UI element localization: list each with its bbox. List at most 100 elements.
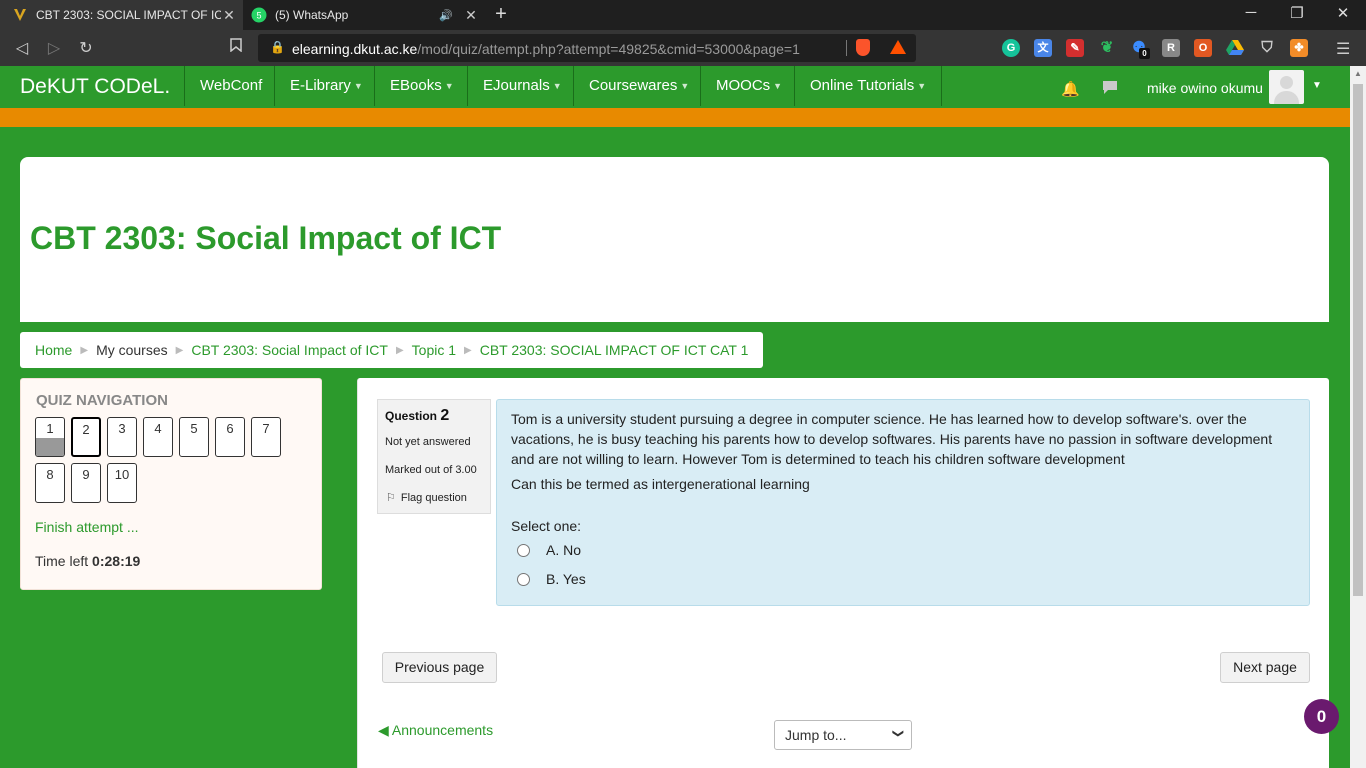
- nav-online-tutorials[interactable]: Online Tutorials ▼: [794, 66, 943, 106]
- nav-coursewares[interactable]: Coursewares ▼: [573, 66, 704, 106]
- avatar[interactable]: [1269, 70, 1304, 104]
- question-state: Not yet answered: [385, 436, 471, 448]
- address-bar[interactable]: 🔒 elearning.dkut.ac.ke/mod/quiz/attempt.…: [258, 34, 916, 62]
- new-tab-button[interactable]: +: [490, 3, 512, 26]
- bookmark-icon[interactable]: [226, 38, 246, 57]
- caret-down-icon: ▼: [552, 81, 562, 92]
- tab-title: (5) WhatsApp: [275, 8, 349, 22]
- nav-ebooks[interactable]: EBooks ▼: [374, 66, 469, 106]
- browser-tab-bar: CBT 2303: SOCIAL IMPACT OF ICT C ✕ 5 (5)…: [0, 0, 1366, 30]
- tab-quiz[interactable]: CBT 2303: SOCIAL IMPACT OF ICT C ✕: [0, 0, 243, 30]
- evernote-icon[interactable]: ❦: [1098, 39, 1116, 57]
- radio-button[interactable]: [517, 572, 530, 586]
- time-left-value: 0:28:19: [92, 553, 141, 569]
- restore-icon[interactable]: ❐: [1274, 4, 1320, 22]
- notifications-bell-icon[interactable]: 🔔: [1061, 80, 1080, 98]
- nav-moocs[interactable]: MOOCs ▼: [700, 66, 797, 106]
- close-tab-icon[interactable]: ✕: [221, 7, 237, 24]
- answered-indicator: [36, 438, 64, 456]
- accent-stripe: [0, 108, 1350, 127]
- nav-elibrary[interactable]: E-Library ▼: [274, 66, 378, 106]
- breadcrumb-course[interactable]: CBT 2303: Social Impact of ICT: [191, 342, 388, 358]
- messages-icon[interactable]: [1102, 80, 1118, 99]
- caret-down-icon: ▼: [353, 81, 363, 92]
- dkut-favicon-icon: [12, 7, 28, 23]
- quiz-navigation-block: QUIZ NAVIGATION 1 2 3 4 5 6 7 8 9 10 Fin…: [20, 378, 322, 590]
- chat-badge[interactable]: 0: [1304, 699, 1339, 734]
- office-icon[interactable]: O: [1194, 39, 1212, 57]
- answer-option-b[interactable]: B. Yes: [517, 571, 586, 587]
- question-info: Question 2 Not yet answered Marked out o…: [377, 399, 491, 514]
- browser-menu-icon[interactable]: ☰: [1336, 39, 1350, 59]
- quiz-nav-question-current[interactable]: 2: [71, 417, 101, 457]
- speaker-icon[interactable]: 🔊: [439, 9, 453, 22]
- announcements-link[interactable]: ◀ Announcements: [378, 722, 493, 739]
- quiz-nav-question[interactable]: 7: [251, 417, 281, 457]
- breadcrumb-quiz[interactable]: CBT 2303: SOCIAL IMPACT OF ICT CAT 1: [480, 342, 749, 358]
- tab-whatsapp[interactable]: 5 (5) WhatsApp 🔊 ✕: [243, 0, 485, 30]
- finish-attempt-link[interactable]: Finish attempt ...: [35, 519, 138, 535]
- next-page-button[interactable]: Next page: [1220, 652, 1310, 683]
- reload-icon[interactable]: ↻: [76, 38, 96, 58]
- flag-question-button[interactable]: ⚐ Flag question: [386, 491, 467, 504]
- breadcrumb-my-courses: My courses: [96, 342, 168, 358]
- extension-icon[interactable]: R: [1162, 39, 1180, 57]
- site-brand[interactable]: DeKUT CODeL.: [20, 75, 170, 99]
- shield-icon[interactable]: ⛉: [1258, 39, 1276, 57]
- breadcrumb-home[interactable]: Home: [35, 342, 72, 358]
- option-label: B. Yes: [546, 571, 586, 587]
- close-window-icon[interactable]: ✕: [1320, 4, 1366, 22]
- caret-down-icon: ▼: [444, 81, 454, 92]
- answer-option-a[interactable]: A. No: [517, 542, 581, 558]
- lock-icon: 🔒: [270, 40, 285, 54]
- forward-icon[interactable]: ▷: [44, 38, 64, 58]
- back-icon[interactable]: ◁: [12, 38, 32, 58]
- brave-shields-icon[interactable]: [856, 39, 870, 56]
- question-number: Question 2: [385, 407, 450, 424]
- breadcrumb-separator-icon: ▶: [464, 344, 472, 356]
- question-text: Tom is a university student pursuing a d…: [511, 411, 1273, 467]
- option-label: A. No: [546, 542, 582, 558]
- pdf-extension-icon[interactable]: ✎: [1066, 39, 1084, 57]
- breadcrumb-topic[interactable]: Topic 1: [412, 342, 456, 358]
- translate-icon[interactable]: 文: [1034, 39, 1052, 57]
- page-scrollbar[interactable]: ▲: [1350, 66, 1366, 768]
- jump-to-select[interactable]: Jump to... ❯: [774, 720, 912, 750]
- quiz-nav-question[interactable]: 1: [35, 417, 65, 457]
- quiz-nav-question[interactable]: 9: [71, 463, 101, 503]
- url-text: elearning.dkut.ac.ke/mod/quiz/attempt.ph…: [292, 41, 800, 57]
- select-one-label: Select one:: [511, 518, 582, 534]
- quiz-nav-question[interactable]: 8: [35, 463, 65, 503]
- grammarly-icon[interactable]: G: [1002, 39, 1020, 57]
- nav-ejournals[interactable]: EJournals ▼: [467, 66, 577, 106]
- minimize-icon[interactable]: ─: [1228, 4, 1274, 21]
- quiz-nav-question[interactable]: 3: [107, 417, 137, 457]
- caret-down-icon: ▼: [773, 81, 783, 92]
- brave-rewards-icon[interactable]: [890, 40, 906, 54]
- extension-icon[interactable]: ⚉0: [1130, 39, 1150, 59]
- breadcrumb: Home ▶ My courses ▶ CBT 2303: Social Imp…: [20, 332, 764, 368]
- scrollbar-thumb[interactable]: [1353, 84, 1363, 596]
- whatsapp-icon: 5: [251, 7, 267, 23]
- page-header: CBT 2303: Social Impact of ICT: [20, 157, 1329, 322]
- breadcrumb-separator-icon: ▶: [175, 344, 184, 356]
- breadcrumb-separator-icon: ▶: [395, 344, 404, 356]
- main-region: Question 2 Not yet answered Marked out o…: [357, 378, 1329, 768]
- quiz-nav-question[interactable]: 6: [215, 417, 245, 457]
- chevron-down-icon: ❯: [891, 728, 904, 739]
- scroll-up-icon[interactable]: ▲: [1354, 69, 1362, 78]
- previous-page-button[interactable]: Previous page: [382, 652, 497, 683]
- extension-icon[interactable]: ✤: [1290, 39, 1308, 57]
- radio-button[interactable]: [517, 543, 530, 557]
- close-tab-icon[interactable]: ✕: [463, 7, 479, 24]
- google-drive-icon[interactable]: [1226, 39, 1244, 57]
- user-name[interactable]: mike owino okumu: [1147, 80, 1263, 96]
- browser-toolbar: ◁ ▷ ↻ 🔒 elearning.dkut.ac.ke/mod/quiz/at…: [0, 30, 1366, 66]
- quiz-nav-question[interactable]: 4: [143, 417, 173, 457]
- quiz-nav-question[interactable]: 10: [107, 463, 137, 503]
- quiz-nav-question[interactable]: 5: [179, 417, 209, 457]
- user-menu-caret-icon[interactable]: ▼: [1312, 80, 1322, 91]
- question-prompt: Can this be termed as intergenerational …: [511, 476, 810, 492]
- breadcrumb-separator-icon: ▶: [80, 344, 89, 356]
- nav-webconf[interactable]: WebConf: [184, 66, 277, 106]
